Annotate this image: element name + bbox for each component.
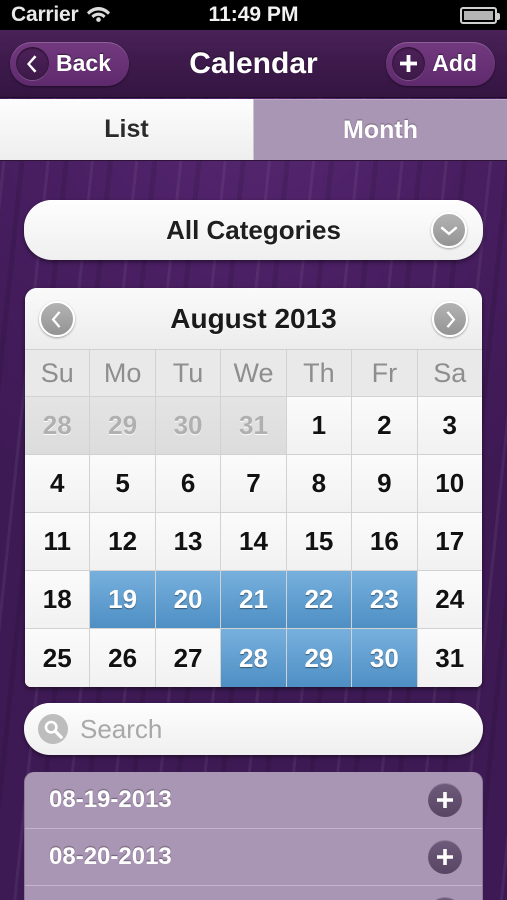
- tab-month[interactable]: Month: [254, 99, 507, 160]
- calendar-day-3[interactable]: 3: [417, 397, 482, 455]
- event-date-label: 08-19-2013: [49, 786, 172, 813]
- previous-month-button[interactable]: [39, 301, 75, 337]
- calendar-day-12[interactable]: 12: [90, 513, 156, 571]
- add-button-label: Add: [432, 50, 477, 76]
- plus-circle-icon: [437, 849, 453, 865]
- view-mode-tabs: List Month: [0, 99, 507, 161]
- calendar-day-24[interactable]: 24: [417, 571, 482, 629]
- calendar-day-28[interactable]: 28: [221, 629, 287, 687]
- battery-level-fill: [464, 10, 493, 20]
- calendar-widget: August 2013 Su Mo Tu We Th Fr Sa 28 29 30 31 1 2 3 4 5 6…: [25, 288, 482, 687]
- back-button-label: Back: [56, 50, 111, 76]
- category-filter-button[interactable]: All Categories: [24, 200, 483, 260]
- calendar-day-29[interactable]: 29: [90, 397, 156, 455]
- weekday-label-tu: Tu: [155, 350, 222, 397]
- calendar-week-row: 4 5 6 7 8 9 10: [25, 455, 482, 513]
- navigation-bar: Back Calendar Add: [0, 30, 507, 98]
- calendar-day-20[interactable]: 20: [155, 571, 222, 629]
- calendar-day-31[interactable]: 31: [417, 629, 482, 687]
- calendar-day-19[interactable]: 19: [90, 571, 156, 629]
- chevron-left-icon: [16, 47, 49, 80]
- calendar-day-6[interactable]: 6: [155, 455, 222, 513]
- calendar-day-21[interactable]: 21: [221, 571, 287, 629]
- calendar-day-26[interactable]: 26: [90, 629, 156, 687]
- calendar-day-11[interactable]: 11: [25, 513, 91, 571]
- battery-icon: [460, 6, 500, 24]
- search-placeholder: Search: [80, 713, 163, 744]
- calendar-day-4[interactable]: 4: [25, 455, 91, 513]
- calendar-day-2[interactable]: 2: [352, 397, 418, 455]
- calendar-day-1[interactable]: 1: [286, 397, 353, 455]
- app-screen: Carrier 11:49 PM Back Calendar Add List …: [0, 0, 507, 900]
- calendar-day-30[interactable]: 30: [155, 397, 222, 455]
- add-event-button[interactable]: [428, 783, 462, 817]
- weekday-label-fr: Fr: [352, 350, 418, 397]
- calendar-day-31[interactable]: 31: [221, 397, 287, 455]
- calendar-day-5[interactable]: 5: [90, 455, 156, 513]
- calendar-week-row: 18 19 20 21 22 23 24: [25, 571, 482, 629]
- back-button[interactable]: Back: [10, 41, 129, 86]
- status-bar: Carrier 11:49 PM: [0, 0, 507, 30]
- search-input[interactable]: Search: [24, 703, 483, 755]
- calendar-day-25[interactable]: 25: [25, 629, 91, 687]
- calendar-day-23[interactable]: 23: [352, 571, 418, 629]
- calendar-month-title: August 2013: [170, 302, 337, 334]
- weekday-label-th: Th: [286, 350, 353, 397]
- calendar-day-15[interactable]: 15: [286, 513, 353, 571]
- weekday-label-mo: Mo: [90, 350, 156, 397]
- status-bar-right: [460, 6, 507, 24]
- calendar-day-17[interactable]: 17: [417, 513, 482, 571]
- calendar-day-28[interactable]: 28: [25, 397, 91, 455]
- calendar-day-30[interactable]: 30: [352, 629, 418, 687]
- weekday-label-we: We: [221, 350, 287, 397]
- calendar-day-14[interactable]: 14: [221, 513, 287, 571]
- calendar-day-29[interactable]: 29: [286, 629, 353, 687]
- calendar-grid: Su Mo Tu We Th Fr Sa 28 29 30 31 1 2 3 4 5 6 7 8 9 10 11 12 13 1…: [25, 350, 482, 687]
- event-list-item[interactable]: 08-19-2013: [25, 772, 482, 829]
- event-list-item[interactable]: 08-20-2013: [25, 829, 482, 886]
- event-date-label: 08-20-2013: [49, 843, 172, 870]
- calendar-weekday-header: Su Mo Tu We Th Fr Sa: [25, 350, 482, 397]
- chevron-down-icon[interactable]: [431, 212, 467, 248]
- calendar-day-10[interactable]: 10: [417, 455, 482, 513]
- plus-icon: [392, 47, 426, 80]
- weekday-label-sa: Sa: [417, 350, 482, 397]
- calendar-day-9[interactable]: 9: [352, 455, 418, 513]
- next-month-button[interactable]: [432, 301, 468, 337]
- calendar-header: August 2013: [25, 288, 482, 350]
- event-list: 08-19-2013 08-20-2013: [24, 772, 483, 900]
- calendar-day-8[interactable]: 8: [286, 455, 353, 513]
- calendar-day-18[interactable]: 18: [25, 571, 91, 629]
- calendar-day-16[interactable]: 16: [352, 513, 418, 571]
- category-filter-label: All Categories: [166, 214, 341, 245]
- add-event-button[interactable]: [428, 840, 462, 874]
- calendar-day-13[interactable]: 13: [155, 513, 222, 571]
- status-bar-clock: 11:49 PM: [208, 3, 299, 26]
- calendar-week-row: 11 12 13 14 15 16 17: [25, 513, 482, 571]
- calendar-week-row: 28 29 30 31 1 2 3: [25, 397, 482, 455]
- calendar-day-27[interactable]: 27: [155, 629, 222, 687]
- calendar-day-22[interactable]: 22: [286, 571, 353, 629]
- add-button[interactable]: Add: [386, 41, 495, 86]
- weekday-label-su: Su: [25, 350, 91, 397]
- search-icon: [38, 714, 68, 744]
- calendar-week-row: 25 26 27 28 29 30 31: [25, 629, 482, 687]
- plus-circle-icon: [437, 792, 453, 808]
- event-list-item[interactable]: [25, 886, 482, 900]
- tab-list[interactable]: List: [0, 99, 254, 160]
- calendar-day-7[interactable]: 7: [221, 455, 287, 513]
